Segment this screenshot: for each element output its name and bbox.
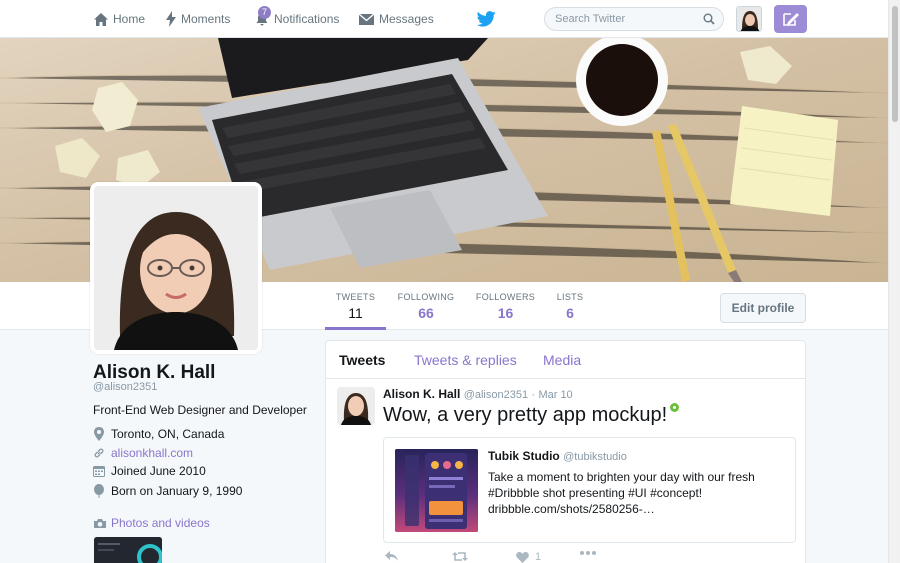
balloon-icon — [94, 484, 104, 498]
nav-notifications[interactable]: 7 Notifications — [254, 0, 339, 38]
stat-tweets-label: TWEETS — [335, 292, 376, 302]
tab-tweets[interactable]: Tweets — [339, 352, 385, 368]
card-author-handle: @tubikstudio — [563, 451, 627, 463]
stat-lists-label: LISTS — [556, 292, 584, 302]
search-input[interactable] — [555, 13, 695, 25]
profile-birthday-row: Born on January 9, 1990 — [93, 483, 242, 499]
profile-portrait — [94, 186, 258, 350]
avatar-portrait — [737, 7, 761, 31]
scrollbar-thumb[interactable] — [892, 6, 898, 122]
profile-handle: @alison2351 — [93, 381, 158, 393]
profile-location-row: Toronto, ON, Canada — [93, 426, 224, 442]
stat-followers-label: FOLLOWERS — [475, 292, 536, 302]
profile-birthday: Born on January 9, 1990 — [111, 484, 243, 498]
stat-following-label: FOLLOWING — [397, 292, 455, 302]
tab-tweets-and-replies[interactable]: Tweets & replies — [414, 352, 517, 368]
stat-lists-value: 6 — [566, 305, 574, 321]
profile-joined-row: Joined June 2010 — [93, 463, 206, 479]
stat-tweets[interactable]: TWEETS 11 — [325, 282, 386, 330]
retweet-button[interactable] — [452, 551, 474, 562]
tweet-actions: 1 — [383, 551, 683, 563]
nav-home-label: Home — [113, 12, 146, 26]
camera-icon — [94, 518, 106, 528]
tweet-link-card[interactable]: Tubik Studio @tubikstudio Take a moment … — [383, 437, 796, 543]
tweet-text: Wow, a very pretty app mockup! — [383, 403, 680, 427]
profile-photo[interactable] — [90, 182, 262, 354]
photos-and-videos-link[interactable]: Photos and videos — [93, 515, 210, 531]
more-options-button[interactable] — [580, 551, 602, 555]
home-icon — [94, 12, 108, 26]
retweet-icon — [452, 552, 468, 561]
tweet-text-content: Wow, a very pretty app mockup! — [383, 404, 668, 426]
stat-following-value: 66 — [418, 305, 434, 321]
card-thumbnail — [395, 449, 478, 532]
profile-bio: Front-End Web Designer and Developer — [93, 403, 307, 417]
nav-messages[interactable]: Messages — [358, 0, 434, 38]
search-box[interactable] — [544, 7, 724, 31]
card-author-name: Tubik Studio — [488, 449, 560, 463]
tweet-timeline: Tweets Tweets & replies Media Alison K. … — [325, 340, 806, 563]
top-navigation-bar: Home Moments 7 Notifications Messages — [0, 0, 888, 38]
nav-home[interactable]: Home — [93, 0, 145, 38]
tweet-avatar-portrait — [337, 387, 375, 425]
profile-website-row: alisonkhall.com — [93, 445, 193, 461]
card-text: Take a moment to brighten your day with … — [488, 470, 755, 516]
twitter-bird-icon[interactable] — [477, 11, 496, 27]
calendar-icon — [93, 466, 105, 477]
app-mockup-image — [395, 449, 478, 532]
heart-icon — [516, 551, 529, 563]
envelope-icon — [358, 12, 375, 25]
location-pin-icon — [94, 427, 104, 441]
nav-moments-label: Moments — [181, 12, 231, 26]
photo-thumbnail-image — [94, 537, 162, 563]
profile-location: Toronto, ON, Canada — [111, 427, 225, 441]
nav-moments[interactable]: Moments — [165, 0, 230, 38]
tab-media[interactable]: Media — [543, 352, 581, 368]
reply-icon — [385, 551, 398, 561]
tweet-separator: · — [531, 389, 536, 401]
nav-notifications-label: Notifications — [274, 12, 340, 26]
like-button[interactable]: 1 — [516, 551, 541, 563]
stat-lists[interactable]: LISTS 6 — [552, 282, 588, 330]
reply-button[interactable] — [385, 551, 405, 562]
timeline-tabs: Tweets Tweets & replies Media — [326, 341, 805, 379]
stat-followers[interactable]: FOLLOWERS 16 — [474, 282, 537, 330]
photo-thumbnail[interactable] — [94, 537, 162, 563]
tweet-header: Alison K. Hall @alison2351 · Mar 10 — [383, 387, 573, 401]
tweet-author-avatar[interactable] — [337, 387, 375, 425]
profile-website-link[interactable]: alisonkhall.com — [111, 446, 193, 460]
lightning-icon — [166, 11, 176, 27]
tweet-author-name[interactable]: Alison K. Hall — [383, 387, 460, 401]
link-icon — [94, 448, 104, 458]
status-dot-icon — [670, 403, 680, 412]
notifications-badge: 7 — [258, 6, 271, 19]
nav-messages-label: Messages — [379, 12, 434, 26]
compose-icon — [782, 13, 799, 26]
like-count: 1 — [535, 551, 542, 563]
compose-tweet-button[interactable] — [774, 5, 807, 33]
profile-joined: Joined June 2010 — [111, 464, 206, 478]
stat-followers-value: 16 — [497, 305, 514, 321]
stat-following[interactable]: FOLLOWING 66 — [395, 282, 457, 330]
tweet-timestamp[interactable]: Mar 10 — [538, 389, 572, 401]
stat-tweets-value: 11 — [348, 305, 363, 321]
edit-profile-button[interactable]: Edit profile — [720, 293, 806, 323]
more-dots-icon — [580, 551, 596, 555]
photos-and-videos-label: Photos and videos — [111, 516, 210, 530]
tweet-author-handle[interactable]: @alison2351 — [464, 389, 528, 401]
search-icon[interactable] — [703, 13, 715, 25]
page-scrollbar[interactable] — [888, 0, 900, 563]
account-avatar[interactable] — [736, 6, 762, 32]
card-author: Tubik Studio @tubikstudio — [488, 449, 627, 463]
